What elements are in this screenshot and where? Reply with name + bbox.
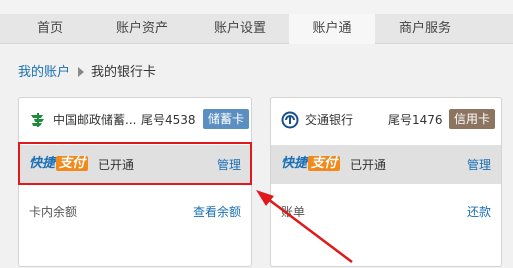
- top-strip: [0, 0, 513, 14]
- bill-label: 账单: [281, 205, 306, 219]
- postal-savings-logo-icon: [31, 113, 44, 127]
- card-header: 交通银行 尾号1476 信用卡: [271, 98, 501, 143]
- card-bill-row: 账单 还款: [271, 198, 501, 222]
- nav-tab-account-link[interactable]: 账户通: [289, 14, 375, 45]
- card-balance-row: 卡内余额 查看余额: [19, 198, 251, 222]
- bank-name: 中国邮政储蓄...: [53, 113, 137, 127]
- check-balance-link[interactable]: 查看余额: [193, 204, 241, 220]
- nav-tab-merchant[interactable]: 商户服务: [386, 14, 464, 44]
- bank-card-bocom: 交通银行 尾号1476 信用卡 快捷 支付 已开通 管理 账单 还款: [270, 97, 502, 267]
- balance-label: 卡内余额: [29, 205, 78, 219]
- bank-card-postal: 中国邮政储蓄... 尾号4538 储蓄卡 快捷 支付 已开通 管理 卡内余额 查看…: [18, 97, 252, 267]
- manage-link[interactable]: 管理: [467, 157, 491, 173]
- quick-pay-status: 已开通: [350, 158, 387, 172]
- card-tail-number: 尾号4538: [141, 113, 196, 127]
- bank-name: 交通银行: [305, 113, 354, 127]
- breadcrumb-arrow-icon: [78, 67, 85, 77]
- quick-pay-logo-icon: 快捷 支付: [29, 155, 89, 173]
- card-header: 中国邮政储蓄... 尾号4538 储蓄卡: [19, 98, 251, 143]
- nav-tab-assets[interactable]: 账户资产: [102, 14, 182, 44]
- card-type-badge: 信用卡: [449, 109, 496, 129]
- repay-link[interactable]: 还款: [467, 204, 491, 220]
- card-tail-number: 尾号1476: [388, 113, 443, 127]
- manage-link[interactable]: 管理: [217, 157, 241, 173]
- quick-pay-row: 快捷 支付 已开通 管理: [19, 145, 251, 184]
- bocom-logo-icon: [281, 111, 299, 129]
- card-type-badge: 储蓄卡: [203, 109, 250, 129]
- breadcrumb-my-account-link[interactable]: 我的账户: [18, 65, 70, 80]
- main-nav: 首页 账户资产 账户设置 账户通 商户服务: [0, 14, 513, 45]
- breadcrumb: 我的账户 我的银行卡: [18, 64, 156, 82]
- content-area: 我的账户 我的银行卡 中国邮政储蓄... 尾号4538 储蓄卡 快捷 支付 已开通 …: [0, 44, 513, 268]
- quick-pay-row: 快捷 支付 已开通 管理: [271, 145, 501, 184]
- quick-pay-status: 已开通: [98, 158, 135, 172]
- quick-pay-logo-icon: 快捷 支付: [281, 155, 341, 173]
- nav-tab-home[interactable]: 首页: [12, 14, 88, 44]
- nav-tab-settings[interactable]: 账户设置: [198, 14, 282, 44]
- breadcrumb-current: 我的银行卡: [91, 65, 157, 80]
